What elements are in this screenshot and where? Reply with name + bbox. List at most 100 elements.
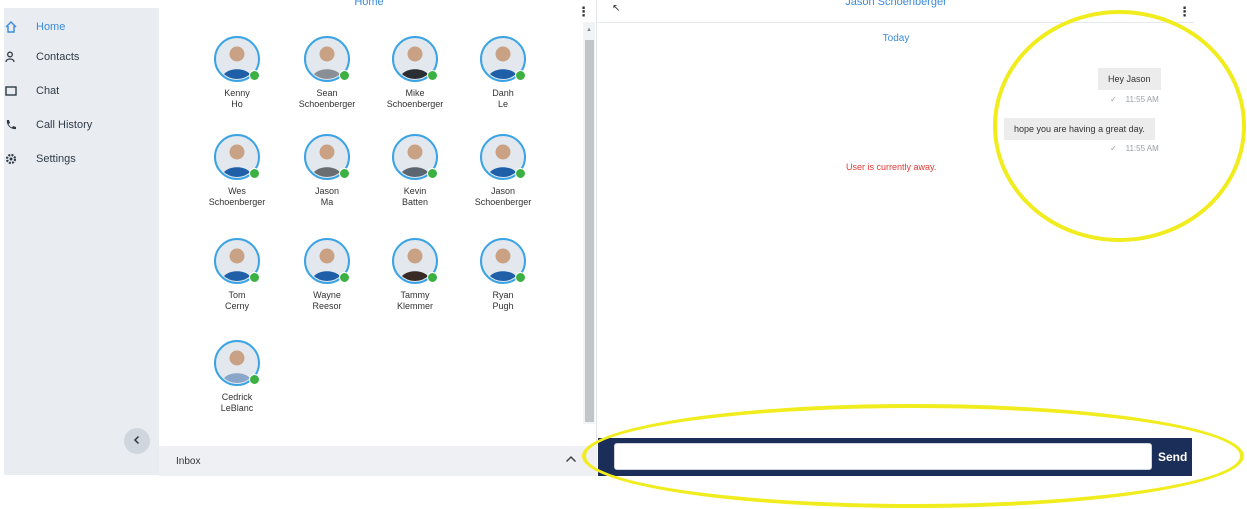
sidebar-item-call-history[interactable]: Call History (4, 114, 154, 136)
online-status-icon (339, 70, 350, 81)
sidebar-item-contacts[interactable]: Contacts (4, 46, 154, 68)
sidebar-item-label: Settings (36, 153, 76, 165)
contact-card[interactable]: Wes Schoenberger (191, 134, 283, 208)
avatar (392, 134, 438, 180)
online-status-icon (427, 70, 438, 81)
scrollbar-thumb[interactable] (585, 40, 594, 422)
sidebar-item-label: Call History (36, 119, 93, 131)
avatar (392, 36, 438, 82)
contact-last-name: Schoenberger (386, 99, 444, 109)
phone-icon (4, 118, 18, 132)
online-status-icon (339, 272, 350, 283)
header-divider (598, 22, 1194, 23)
message-meta: ✓ 11:55 AM (1110, 95, 1159, 104)
avatar (214, 340, 260, 386)
avatar (214, 238, 260, 284)
contact-last-name: Reesor (312, 301, 342, 311)
contact-first-name: Sean (316, 88, 338, 98)
online-status-icon (515, 168, 526, 179)
contact-first-name: Wes (228, 186, 246, 196)
contact-first-name: Kenny (224, 88, 250, 98)
online-status-icon (249, 374, 260, 385)
contact-last-name: Cerny (224, 301, 249, 311)
contact-last-name: LeBlanc (220, 403, 254, 413)
contact-card[interactable]: Tom Cerny (191, 238, 283, 312)
contact-first-name: Kevin (403, 186, 427, 196)
more-options-icon[interactable]: ⋮ (1178, 4, 1191, 20)
more-options-icon[interactable]: ⋮ (577, 4, 590, 20)
contact-last-name: Batten (401, 197, 429, 207)
contact-first-name: Wayne (313, 290, 341, 300)
avatar (480, 134, 526, 180)
contact-last-name: Pugh (492, 301, 514, 311)
compose-bar: Send (598, 438, 1192, 476)
avatar (304, 36, 350, 82)
online-status-icon (249, 70, 260, 81)
contact-card[interactable]: Mike Schoenberger (369, 36, 461, 110)
message-bubble: Hey Jason (1098, 68, 1161, 90)
sidebar-item-label: Chat (36, 85, 60, 97)
scroll-up-icon[interactable]: ▲ (586, 27, 592, 33)
online-status-icon (427, 168, 438, 179)
contact-last-name: Schoenberger (474, 197, 532, 207)
home-icon (4, 20, 18, 34)
contact-last-name: Ho (231, 99, 243, 109)
avatar (304, 238, 350, 284)
collapse-sidebar-button[interactable] (124, 428, 150, 454)
app-window: Home Contacts Chat Call History Settings (0, 0, 1247, 509)
gear-icon (4, 152, 18, 166)
status-notice: User is currently away. (846, 162, 937, 172)
contact-last-name: Ma (320, 197, 334, 207)
message-meta: ✓ 11:55 AM (1110, 144, 1159, 153)
online-status-icon (515, 70, 526, 81)
chevron-up-icon[interactable] (565, 453, 577, 467)
contact-card[interactable]: Wayne Reesor (281, 238, 373, 312)
contact-first-name: Jason (490, 186, 516, 196)
contact-first-name: Mike (405, 88, 425, 98)
contact-card[interactable]: Tammy Klemmer (369, 238, 461, 312)
contact-last-name: Klemmer (396, 301, 433, 311)
sidebar: Home Contacts Chat Call History Settings (4, 8, 159, 475)
send-button[interactable]: Send (1158, 450, 1187, 464)
inbox-bar[interactable]: Inbox (159, 446, 597, 476)
avatar (480, 36, 526, 82)
sidebar-item-settings[interactable]: Settings (4, 148, 154, 170)
chevron-left-icon (132, 432, 142, 450)
contact-card[interactable]: Kenny Ho (191, 36, 283, 110)
contact-last-name: Schoenberger (298, 99, 356, 109)
contact-first-name: Jason (314, 186, 340, 196)
contact-first-name: Tom (228, 290, 246, 300)
contact-first-name: Ryan (492, 290, 514, 300)
contacts-icon (4, 50, 18, 64)
sidebar-item-label: Contacts (36, 51, 80, 63)
contact-first-name: Danh (492, 88, 514, 98)
chat-icon (4, 84, 18, 98)
chat-panel: ↖ Jason Schoenberger ⋮ Today Hey Jason ✓… (598, 0, 1194, 480)
avatar (214, 134, 260, 180)
contact-card[interactable]: Sean Schoenberger (281, 36, 373, 110)
contact-first-name: Tammy (400, 290, 430, 300)
sidebar-item-chat[interactable]: Chat (4, 80, 154, 102)
contact-first-name: Cedrick (221, 392, 253, 402)
inbox-label: Inbox (176, 456, 201, 467)
contact-card[interactable]: Jason Ma (281, 134, 373, 208)
contact-card[interactable]: Jason Schoenberger (457, 134, 549, 208)
avatar (480, 238, 526, 284)
message-input[interactable] (614, 443, 1152, 470)
contact-card[interactable]: Danh Le (457, 36, 549, 110)
contact-last-name: Le (497, 99, 508, 109)
sidebar-item-home[interactable]: Home (4, 16, 154, 38)
contact-card[interactable]: Kevin Batten (369, 134, 461, 208)
date-divider: Today (882, 33, 910, 44)
online-status-icon (427, 272, 438, 283)
contact-card[interactable]: Ryan Pugh (457, 238, 549, 312)
online-status-icon (515, 272, 526, 283)
online-status-icon (249, 272, 260, 283)
contact-card[interactable]: Cedrick LeBlanc (191, 340, 283, 414)
sidebar-item-label: Home (36, 21, 66, 33)
chat-title: Jason Schoenberger (845, 0, 947, 8)
avatar (214, 36, 260, 82)
avatar (304, 134, 350, 180)
contact-last-name: Schoenberger (208, 197, 266, 207)
home-panel: Home ⋮ Kenny Ho Sean Schoenberger Mike Schoen… (159, 0, 597, 476)
